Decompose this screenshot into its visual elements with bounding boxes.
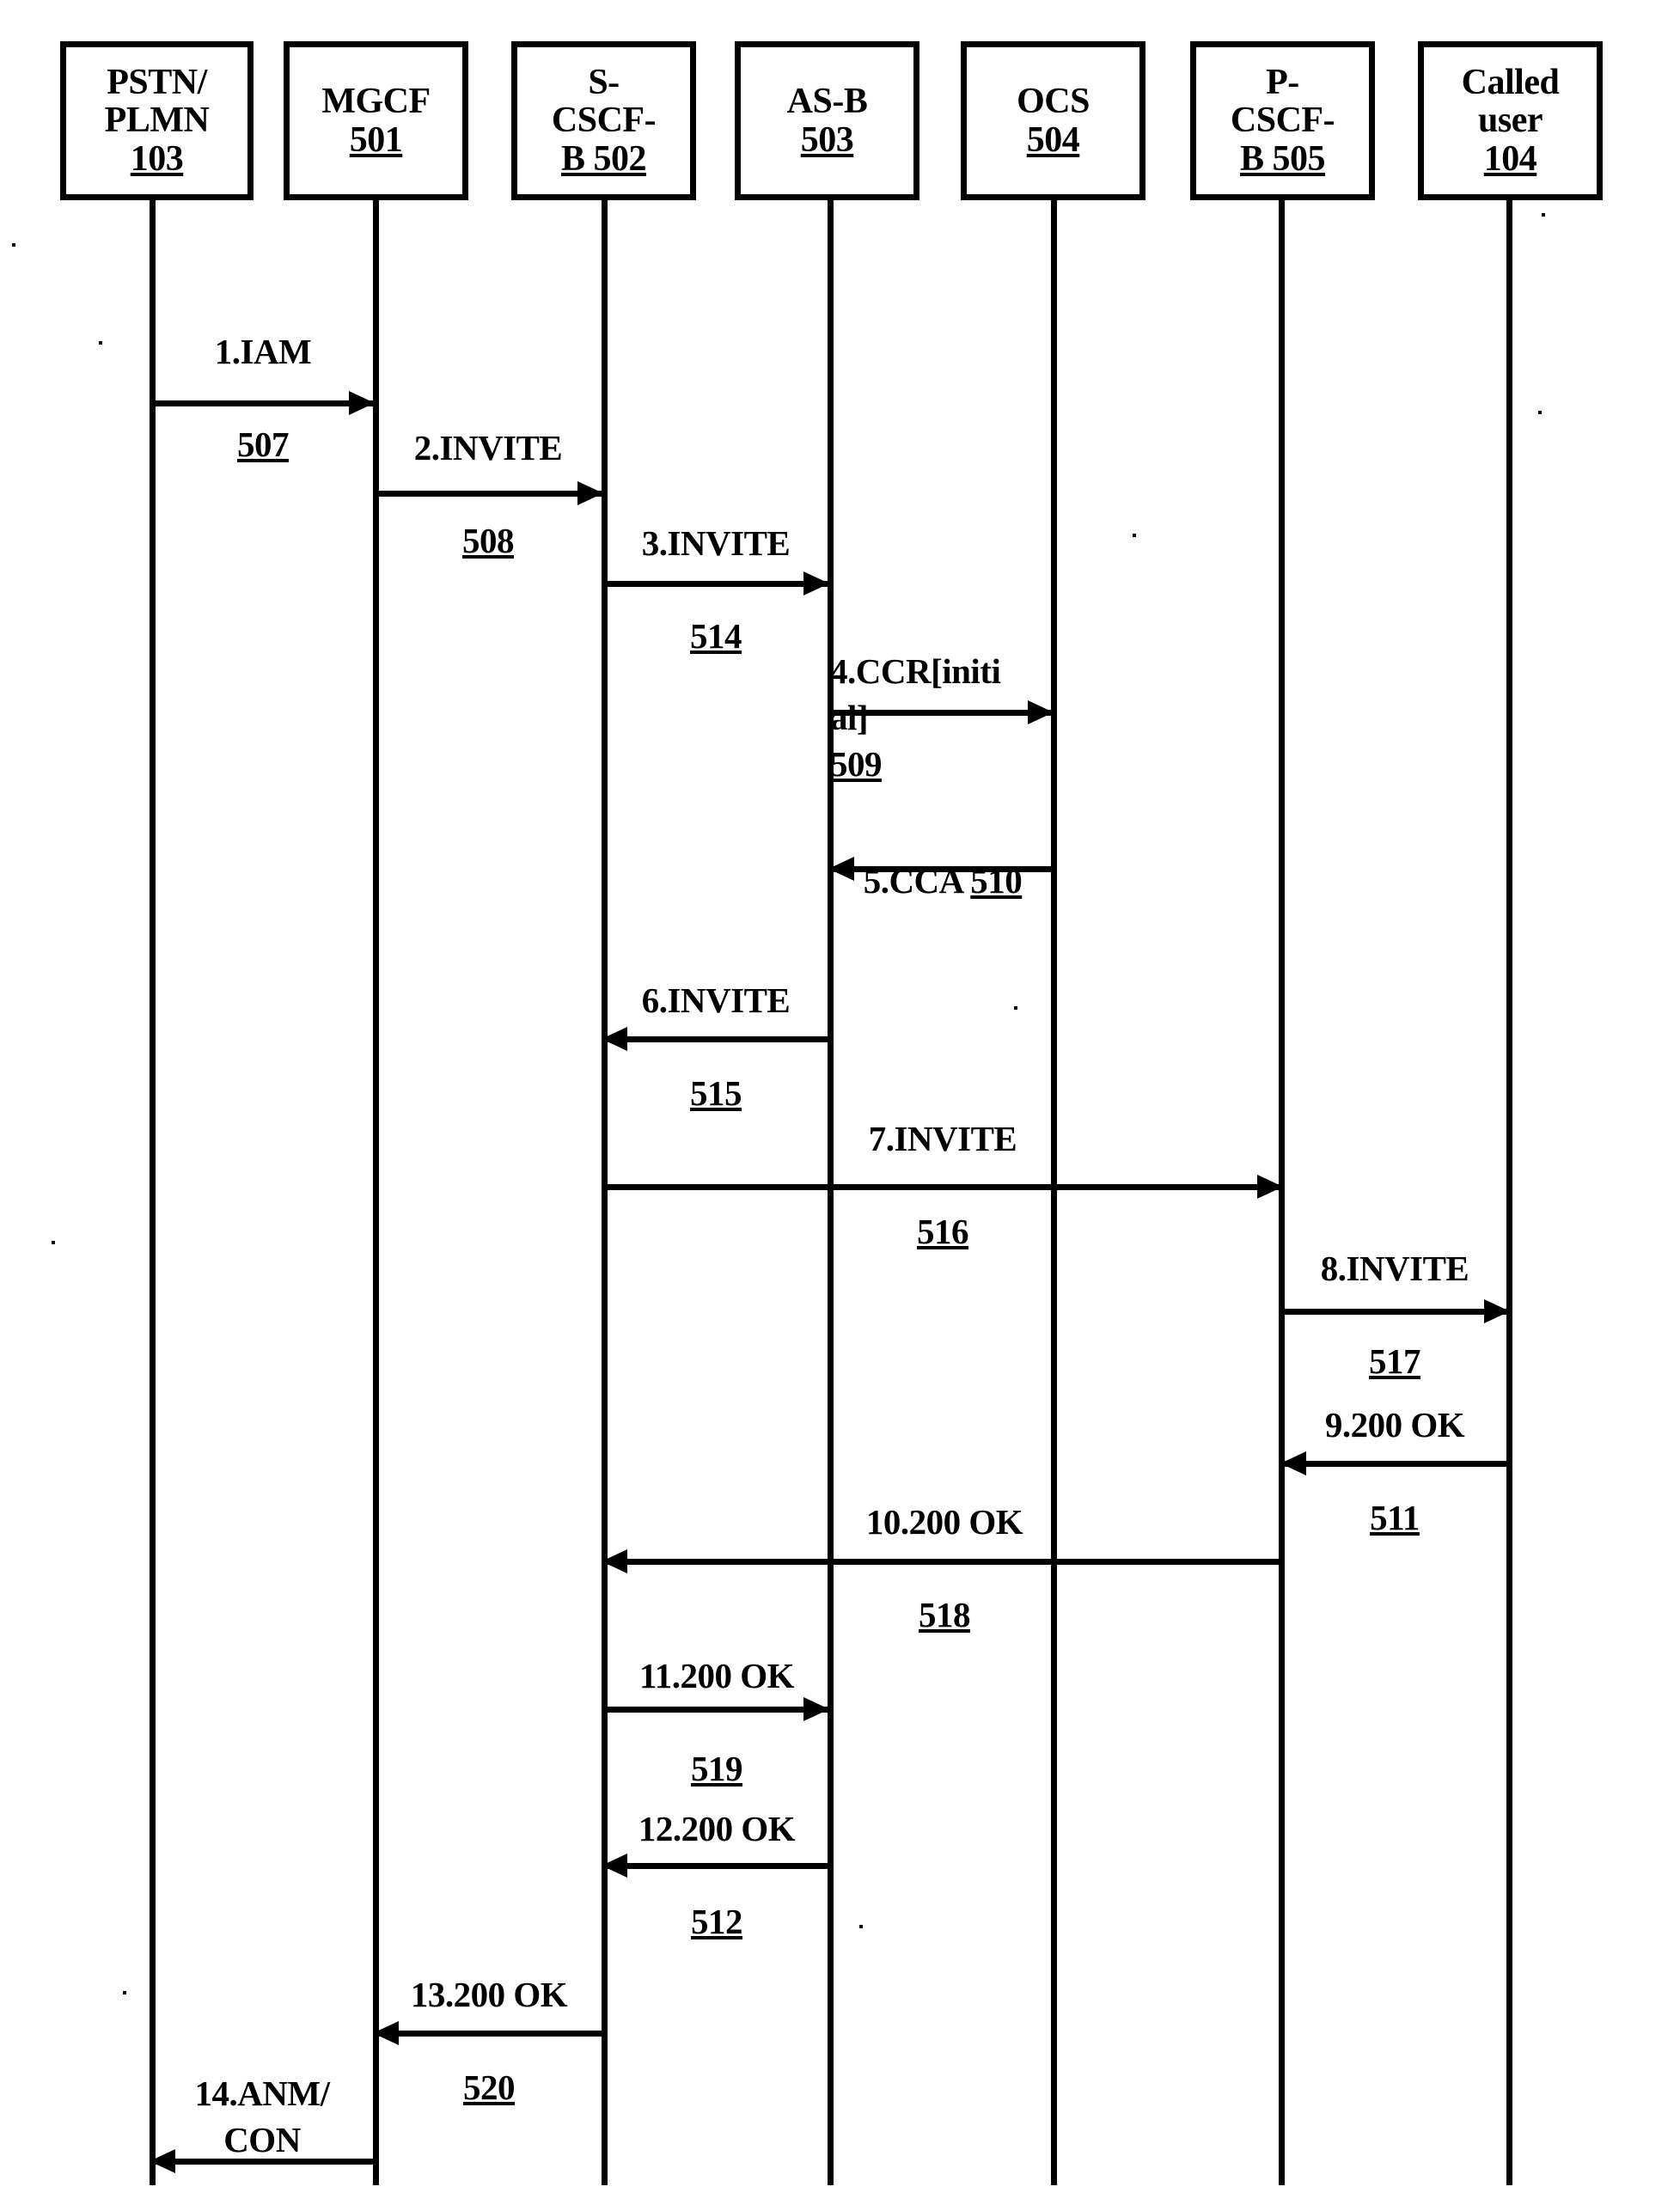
arrowhead-right-icon	[803, 571, 829, 596]
arrowhead-left-icon	[373, 2021, 399, 2045]
message-text-12: 12.200 OK	[638, 1809, 796, 1849]
scan-speck	[12, 243, 15, 247]
message-number-1: 507	[237, 424, 290, 465]
participant-box-called-user: Called user 104	[1418, 41, 1603, 200]
message-arrow-6-invite	[602, 1027, 828, 1051]
participant-number-pstn-plmn: 103	[130, 138, 184, 179]
arrowhead-left-icon	[1280, 1451, 1306, 1475]
message-label-6-invite: 6.INVITE 515	[603, 931, 828, 1116]
scan-speck	[123, 1991, 126, 1994]
participant-number-mgcf: 501	[349, 119, 403, 160]
lifeline-pstn-plmn	[150, 200, 156, 2185]
participant-box-as-b: AS-B 503	[735, 41, 919, 200]
participant-box-mgcf: MGCF 501	[284, 41, 468, 200]
arrowhead-left-icon	[602, 1027, 627, 1051]
message-text-14: 14.ANM/ CON	[194, 2074, 330, 2160]
participant-number-s-cscf-b: B 502	[560, 138, 647, 179]
message-number-7: 516	[917, 1212, 969, 1252]
message-arrow-13-200-ok	[373, 2021, 602, 2045]
participant-name-p-cscf-b: P- CSCF-	[1230, 62, 1335, 141]
message-label-2-invite: 2.INVITE 508	[375, 378, 602, 564]
lifeline-called-user	[1506, 200, 1512, 2185]
message-text-1: 1.IAM	[214, 332, 312, 372]
message-number-4: 509	[830, 744, 883, 785]
message-arrow-10-200-ok	[602, 1549, 1281, 1573]
message-arrow-14-anm-con	[150, 2149, 373, 2173]
participant-name-mgcf: MGCF	[321, 81, 431, 121]
participant-box-ocs: OCS 504	[961, 41, 1145, 200]
message-label-3-invite: 3.INVITE 514	[603, 473, 828, 659]
sequence-diagram-canvas: PSTN/ PLMN 103 MGCF 501 S- CSCF- B 502 A…	[0, 0, 1680, 2211]
arrowhead-right-icon	[1484, 1299, 1510, 1323]
message-number-12: 512	[691, 1902, 743, 1942]
participant-number-as-b: 503	[800, 119, 854, 160]
message-arrow-5-cca	[828, 857, 1052, 881]
participant-name-pstn-plmn: PSTN/ PLMN	[104, 62, 210, 141]
arrowhead-right-icon	[1028, 700, 1054, 724]
message-label-7-invite: 7.INVITE 516	[830, 1069, 1055, 1255]
scan-speck	[1538, 411, 1542, 414]
message-number-6: 515	[690, 1073, 742, 1114]
participant-number-p-cscf-b: B 505	[1239, 138, 1326, 179]
message-arrow-8-invite	[1282, 1299, 1510, 1323]
message-text-8: 8.INVITE	[1320, 1249, 1469, 1289]
scan-speck	[1542, 213, 1545, 217]
arrowhead-right-icon	[1257, 1175, 1283, 1199]
message-number-3: 514	[690, 616, 742, 657]
participant-box-pstn-plmn: PSTN/ PLMN 103	[60, 41, 254, 200]
message-text-4: 4.CCR[initi al]	[830, 651, 1001, 738]
message-text-10: 10.200 OK	[865, 1502, 1023, 1542]
participant-box-s-cscf-b: S- CSCF- B 502	[511, 41, 696, 200]
message-text-2: 2.INVITE	[413, 428, 563, 468]
message-text-13: 13.200 OK	[410, 1975, 568, 2015]
message-label-13-200-ok: 13.200 OK 520	[375, 1925, 603, 2110]
participant-name-ocs: OCS	[1017, 81, 1090, 121]
arrowhead-left-icon	[602, 1549, 627, 1573]
message-label-1-iam: 1.IAM 507	[151, 282, 375, 467]
arrowhead-right-icon	[577, 481, 603, 505]
scan-speck	[52, 1241, 55, 1244]
message-arrow-7-invite	[603, 1175, 1283, 1199]
participant-number-ocs: 504	[1026, 119, 1080, 160]
message-number-13: 520	[463, 2067, 516, 2108]
arrowhead-left-icon	[828, 857, 854, 881]
scan-speck	[99, 341, 102, 345]
message-label-10-200-ok: 10.200 OK 518	[830, 1452, 1059, 1638]
message-label-5-cca: 5.CCA 510	[830, 811, 1055, 904]
arrowhead-left-icon	[150, 2149, 175, 2173]
message-arrow-4-ccr	[830, 700, 1054, 724]
message-arrow-9-200-ok	[1280, 1451, 1508, 1475]
scan-speck	[1014, 1006, 1017, 1010]
message-label-12-200-ok: 12.200 OK 512	[603, 1759, 830, 1945]
message-text-6: 6.INVITE	[641, 980, 791, 1021]
message-label-9-200-ok: 9.200 OK 511	[1282, 1355, 1507, 1541]
message-arrow-3-invite	[603, 571, 829, 596]
message-arrow-11-200-ok	[603, 1697, 829, 1721]
participant-name-as-b: AS-B	[786, 81, 868, 121]
participant-box-p-cscf-b: P- CSCF- B 505	[1190, 41, 1375, 200]
message-text-7: 7.INVITE	[868, 1119, 1017, 1159]
arrowhead-left-icon	[602, 1854, 627, 1878]
message-text-3: 3.INVITE	[641, 523, 791, 564]
message-arrow-12-200-ok	[602, 1854, 828, 1878]
participant-number-called-user: 104	[1483, 138, 1537, 179]
scan-speck	[1133, 534, 1136, 537]
message-number-9: 511	[1370, 1498, 1420, 1538]
message-text-9: 9.200 OK	[1324, 1405, 1465, 1445]
message-label-14-anm-con: 14.ANM/ CON 513	[151, 2024, 373, 2211]
message-arrow-1-iam	[151, 391, 375, 415]
message-number-10: 518	[919, 1595, 971, 1635]
arrowhead-right-icon	[349, 391, 375, 415]
scan-speck	[859, 1925, 863, 1928]
message-arrow-2-invite	[375, 481, 603, 505]
message-text-11: 11.200 OK	[638, 1656, 795, 1696]
message-number-2: 508	[462, 521, 515, 561]
arrowhead-right-icon	[803, 1697, 829, 1721]
participant-name-called-user: Called user	[1461, 62, 1560, 141]
message-label-4-ccr-initial: 4.CCR[initi al] 509	[830, 602, 1057, 787]
participant-name-s-cscf-b: S- CSCF-	[551, 62, 657, 141]
